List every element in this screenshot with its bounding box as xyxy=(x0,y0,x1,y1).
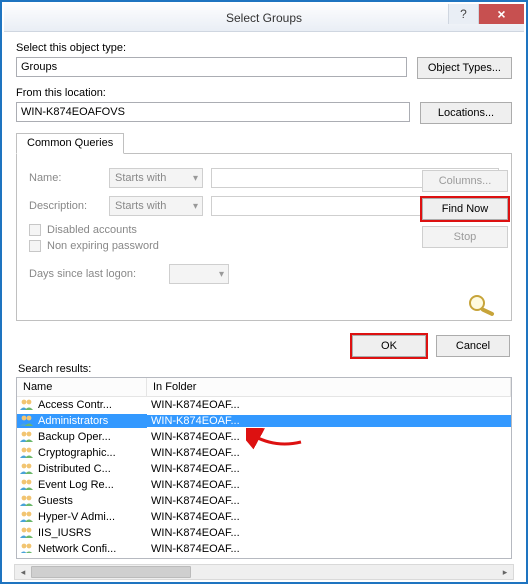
object-type-label: Select this object type: xyxy=(16,42,512,54)
checkbox-icon xyxy=(29,224,41,236)
group-icon xyxy=(19,430,35,444)
row-name: Event Log Re... xyxy=(38,479,114,491)
scroll-right-button[interactable]: ▸ xyxy=(497,565,513,579)
search-icon xyxy=(466,292,500,323)
tab-common-queries[interactable]: Common Queries xyxy=(16,133,124,154)
table-row[interactable]: Hyper-V Admi... WIN-K874EOAF... xyxy=(17,509,511,525)
row-folder: WIN-K874EOAF... xyxy=(147,447,511,459)
group-icon xyxy=(19,446,35,460)
row-name: Distributed C... xyxy=(38,463,111,475)
table-row[interactable]: Network Confi... WIN-K874EOAF... xyxy=(17,541,511,553)
row-name: Guests xyxy=(38,495,73,507)
group-icon xyxy=(19,478,35,492)
titlebar: Select Groups ? × xyxy=(4,4,524,32)
columns-button: Columns... xyxy=(422,170,508,192)
row-folder: WIN-K874EOAF... xyxy=(147,495,511,507)
days-since-logon-combo[interactable] xyxy=(169,264,229,284)
row-name: Hyper-V Admi... xyxy=(38,511,115,523)
scroll-thumb[interactable] xyxy=(31,566,191,578)
row-name: Network Confi... xyxy=(38,543,116,553)
table-row[interactable]: Guests WIN-K874EOAF... xyxy=(17,493,511,509)
column-header-name[interactable]: Name xyxy=(17,378,147,396)
group-icon xyxy=(19,494,35,508)
group-icon xyxy=(19,510,35,524)
row-name: Access Contr... xyxy=(38,399,112,411)
row-name: Cryptographic... xyxy=(38,447,116,459)
row-folder: WIN-K874EOAF... xyxy=(147,543,511,553)
table-row[interactable]: Event Log Re... WIN-K874EOAF... xyxy=(17,477,511,493)
row-folder: WIN-K874EOAF... xyxy=(147,479,511,491)
name-match-combo[interactable]: Starts with xyxy=(109,168,203,188)
row-folder: WIN-K874EOAF... xyxy=(147,511,511,523)
description-match-combo[interactable]: Starts with xyxy=(109,196,203,216)
row-folder: WIN-K874EOAF... xyxy=(147,415,511,427)
group-icon xyxy=(19,398,35,412)
stop-button: Stop xyxy=(422,226,508,248)
name-label: Name: xyxy=(29,172,109,184)
location-field[interactable]: WIN-K874EOAFOVS xyxy=(16,102,410,122)
row-folder: WIN-K874EOAF... xyxy=(147,431,511,443)
cancel-button[interactable]: Cancel xyxy=(436,335,510,357)
group-icon xyxy=(19,414,35,428)
table-row[interactable]: Distributed C... WIN-K874EOAF... xyxy=(17,461,511,477)
row-name: Administrators xyxy=(38,415,108,427)
search-results-label: Search results: xyxy=(4,363,524,377)
table-row[interactable]: Administrators WIN-K874EOAF... xyxy=(17,413,511,429)
dialog-title: Select Groups xyxy=(4,11,524,25)
group-icon xyxy=(19,526,35,540)
results-header: Name In Folder xyxy=(17,378,511,397)
table-row[interactable]: Cryptographic... WIN-K874EOAF... xyxy=(17,445,511,461)
description-label: Description: xyxy=(29,200,109,212)
help-button[interactable]: ? xyxy=(448,4,478,24)
group-icon xyxy=(19,542,35,553)
scroll-left-button[interactable]: ◂ xyxy=(15,565,31,579)
row-name: Backup Oper... xyxy=(38,431,111,443)
non-expiring-label: Non expiring password xyxy=(47,240,159,252)
find-now-button[interactable]: Find Now xyxy=(422,198,508,220)
row-folder: WIN-K874EOAF... xyxy=(147,463,511,475)
row-folder: WIN-K874EOAF... xyxy=(147,527,511,539)
horizontal-scrollbar[interactable]: ◂ ▸ xyxy=(14,564,514,580)
object-types-button[interactable]: Object Types... xyxy=(417,57,512,79)
group-icon xyxy=(19,462,35,476)
search-results-list[interactable]: Name In Folder Access Contr... WIN-K874EO… xyxy=(16,377,512,559)
window-controls: ? × xyxy=(448,4,524,26)
days-since-logon-label: Days since last logon: xyxy=(29,268,169,280)
table-row[interactable]: IIS_IUSRS WIN-K874EOAF... xyxy=(17,525,511,541)
row-folder: WIN-K874EOAF... xyxy=(147,399,511,411)
ok-button[interactable]: OK xyxy=(352,335,426,357)
table-row[interactable]: Access Contr... WIN-K874EOAF... xyxy=(17,397,511,413)
close-button[interactable]: × xyxy=(478,4,524,24)
locations-button[interactable]: Locations... xyxy=(420,102,512,124)
location-label: From this location: xyxy=(16,87,512,99)
checkbox-icon xyxy=(29,240,41,252)
object-type-field[interactable]: Groups xyxy=(16,57,407,77)
disabled-accounts-label: Disabled accounts xyxy=(47,224,137,236)
column-header-folder[interactable]: In Folder xyxy=(147,378,511,396)
row-name: IIS_IUSRS xyxy=(38,527,91,539)
table-row[interactable]: Backup Oper... WIN-K874EOAF... xyxy=(17,429,511,445)
